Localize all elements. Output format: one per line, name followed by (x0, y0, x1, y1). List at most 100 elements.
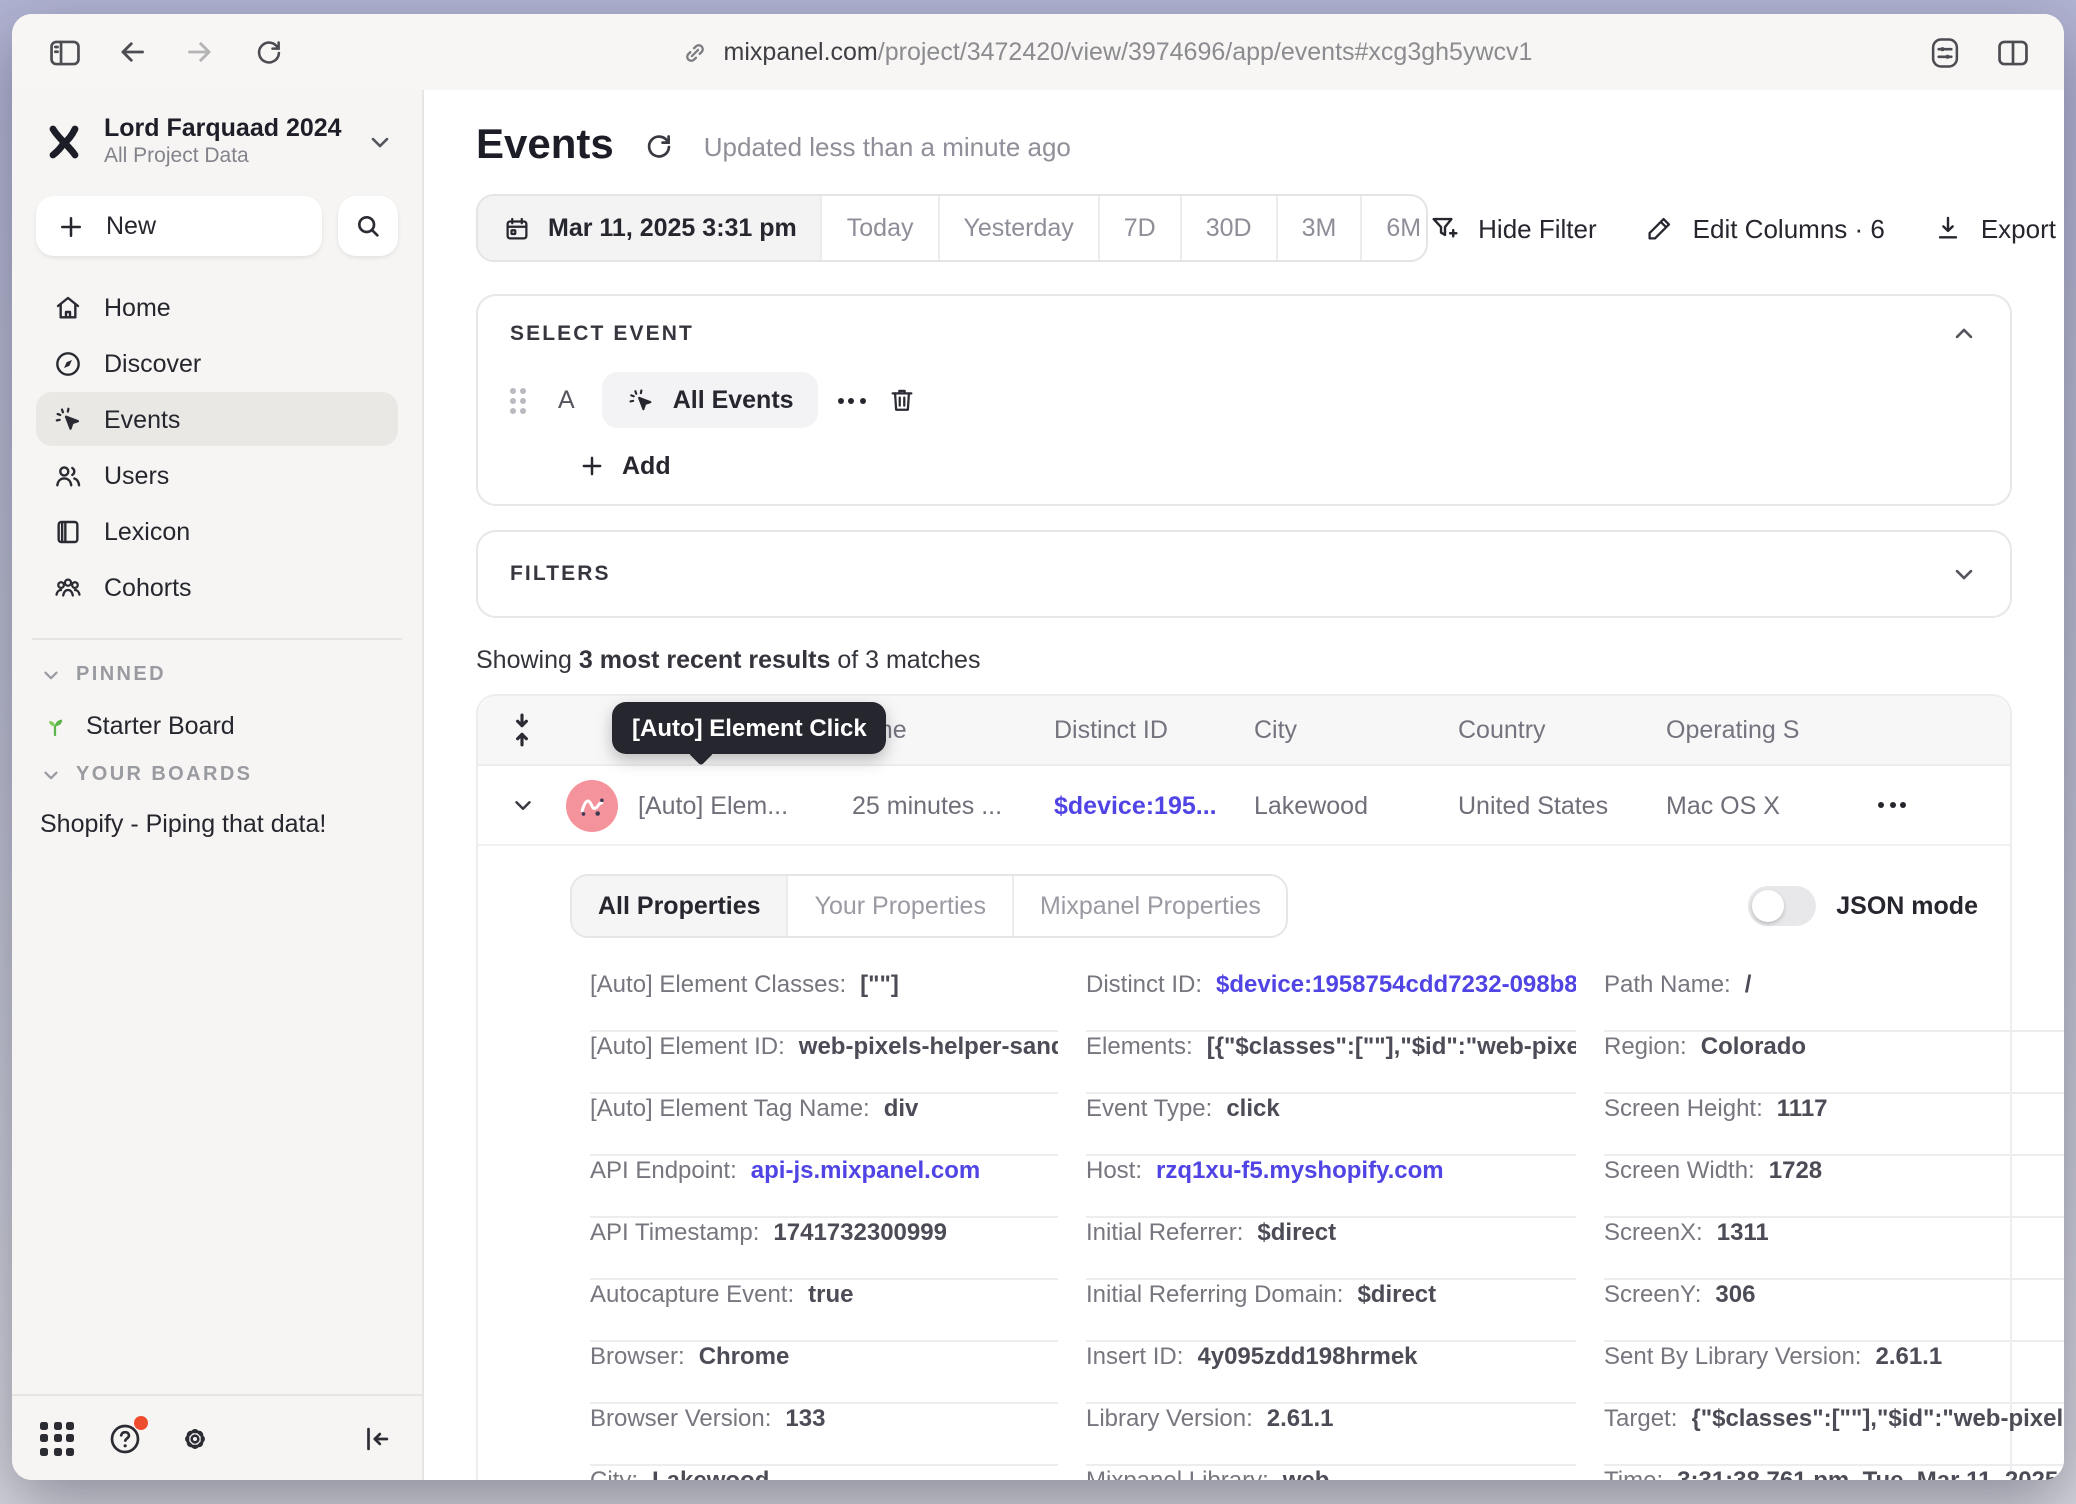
pencil-icon (1645, 212, 1677, 244)
help-icon[interactable] (106, 1419, 144, 1457)
property-link[interactable]: $device:1958754cdd7232-098b89... (1216, 970, 1576, 998)
cell-distinct-id[interactable]: $device:195... (1054, 791, 1254, 819)
cell-time: 25 minutes ... (852, 791, 1054, 819)
property-row: ScreenY:306 (1604, 1280, 2064, 1342)
gear-icon[interactable] (176, 1419, 214, 1457)
compass-icon (52, 347, 84, 379)
reload-icon[interactable] (240, 26, 296, 78)
chevron-down-icon[interactable] (1950, 560, 1978, 588)
your-boards-section-header[interactable]: YOUR BOARDS (36, 764, 398, 786)
sidebar-item-home[interactable]: Home (36, 280, 398, 334)
forward-icon[interactable] (172, 26, 228, 78)
property-row: Initial Referrer:$direct (1086, 1218, 1576, 1280)
json-mode-toggle[interactable] (1748, 886, 1816, 926)
properties-column-3: Path Name:/ Region:Colorado Screen Heigh… (1604, 970, 2064, 1480)
column-header-country[interactable]: Country (1458, 716, 1666, 744)
browser-toolbar: mixpanel.com/project/3472420/view/397469… (12, 14, 2064, 90)
property-row: Mixpanel Library:web (1086, 1466, 1576, 1480)
link-icon (680, 37, 710, 67)
property-row: Insert ID:4y095zdd198hrmek (1086, 1342, 1576, 1404)
new-button-label: New (106, 212, 156, 240)
sidebar-item-discover[interactable]: Discover (36, 336, 398, 390)
column-header-distinct-id[interactable]: Distinct ID (1054, 716, 1254, 744)
drag-handle-icon[interactable] (510, 387, 526, 413)
select-event-title: SELECT EVENT (510, 322, 694, 346)
project-switcher[interactable]: Lord Farquaad 2024 All Project Data (36, 110, 398, 168)
range-6m[interactable]: 6M (1360, 196, 1428, 260)
property-link[interactable]: rzq1xu-f5.myshopify.com (1156, 1156, 1444, 1184)
filters-title: FILTERS (510, 562, 611, 586)
range-today[interactable]: Today (821, 196, 938, 260)
property-row: Screen Width:1728 (1604, 1156, 2064, 1218)
tab-your-properties[interactable]: Your Properties (787, 876, 1012, 936)
collapse-sidebar-icon[interactable] (360, 1421, 394, 1455)
add-event-button[interactable]: Add (578, 452, 1978, 480)
tab-mixpanel-properties[interactable]: Mixpanel Properties (1012, 876, 1287, 936)
sidebar-toggle-icon[interactable] (36, 26, 92, 78)
hide-filter-label: Hide Filter (1478, 213, 1597, 243)
edit-columns-button[interactable]: Edit Columns · 6 (1645, 212, 1885, 244)
date-picker[interactable]: Mar 11, 2025 3:31 pm (478, 196, 821, 260)
property-row: Region:Colorado (1604, 1032, 2064, 1094)
range-7d[interactable]: 7D (1098, 196, 1180, 260)
sidebar-item-label: Lexicon (104, 517, 190, 545)
trash-icon[interactable] (886, 384, 918, 416)
cohorts-icon (52, 571, 84, 603)
sidebar-item-label: Cohorts (104, 573, 192, 601)
page-settings-icon[interactable] (1916, 26, 1972, 78)
chevron-down-icon (40, 764, 62, 786)
property-row: City:Lakewood (590, 1466, 1058, 1480)
range-yesterday[interactable]: Yesterday (938, 196, 1098, 260)
search-button[interactable] (338, 196, 398, 256)
back-icon[interactable] (104, 26, 160, 78)
hide-filter-button[interactable]: Hide Filter (1428, 211, 1597, 245)
collapse-all-icon[interactable] (478, 710, 566, 750)
sidebar-item-users[interactable]: Users (36, 448, 398, 502)
tab-all-properties[interactable]: All Properties (572, 876, 787, 936)
more-icon[interactable] (838, 397, 866, 403)
property-row: Initial Referring Domain:$direct (1086, 1280, 1576, 1342)
new-button[interactable]: New (36, 196, 322, 256)
range-3m[interactable]: 3M (1276, 196, 1361, 260)
calendar-icon (502, 213, 532, 243)
refresh-icon[interactable] (642, 129, 676, 163)
range-30d[interactable]: 30D (1180, 196, 1276, 260)
url-bar[interactable]: mixpanel.com/project/3472420/view/397469… (308, 37, 1904, 67)
export-button[interactable]: Export (1933, 212, 2056, 244)
column-header-city[interactable]: City (1254, 716, 1458, 744)
page-title: Events (476, 122, 614, 170)
project-subtitle: All Project Data (104, 144, 350, 168)
sidebar-item-label: Home (104, 293, 171, 321)
property-row: Time:3:31:38.761 pm, Tue, Mar 11, 2025 (1604, 1466, 2064, 1480)
property-row: [Auto] Element ID:web-pixels-helper-sand… (590, 1032, 1058, 1094)
apps-grid-icon[interactable] (40, 1421, 74, 1455)
column-header-operating-system[interactable]: Operating S (1666, 716, 1878, 744)
properties-toolbar: All Properties Your Properties Mixpanel … (570, 874, 1978, 938)
sidebar-item-cohorts[interactable]: Cohorts (36, 560, 398, 614)
date-range-control: Mar 11, 2025 3:31 pm Today Yesterday 7D … (476, 194, 1428, 262)
sidebar-item-starter-board[interactable]: Starter Board (36, 710, 398, 740)
pinned-section-header[interactable]: PINNED (36, 664, 398, 686)
event-chip[interactable]: All Events (603, 372, 818, 428)
sidebar-item-lexicon[interactable]: Lexicon (36, 504, 398, 558)
row-more-icon[interactable] (1878, 802, 2010, 808)
notification-dot (134, 1415, 148, 1429)
chevron-up-icon[interactable] (1950, 320, 1978, 348)
json-mode-control: JSON mode (1748, 886, 1978, 926)
sidebar-footer (12, 1394, 422, 1480)
chevron-down-icon (40, 664, 62, 686)
sidebar-item-shopify-board[interactable]: Shopify - Piping that data! (36, 810, 398, 838)
event-row[interactable]: [Auto] Elem... 25 minutes ... $device:19… (478, 764, 2010, 844)
property-row: Browser Version:133 (590, 1404, 1058, 1466)
download-icon (1933, 212, 1965, 244)
app-frame: Lord Farquaad 2024 All Project Data New (12, 90, 2064, 1480)
property-row: Browser:Chrome (590, 1342, 1058, 1404)
split-view-icon[interactable] (1984, 26, 2040, 78)
property-link[interactable]: api-js.mixpanel.com (751, 1156, 980, 1184)
cell-os: Mac OS X (1666, 791, 1878, 819)
chevron-down-icon[interactable] (478, 792, 566, 818)
sidebar-item-events[interactable]: Events (36, 392, 398, 446)
chevron-down-icon[interactable] (366, 127, 394, 155)
edit-columns-label: Edit Columns · 6 (1693, 213, 1885, 243)
cell-event-name[interactable]: [Auto] Elem... (638, 791, 852, 819)
